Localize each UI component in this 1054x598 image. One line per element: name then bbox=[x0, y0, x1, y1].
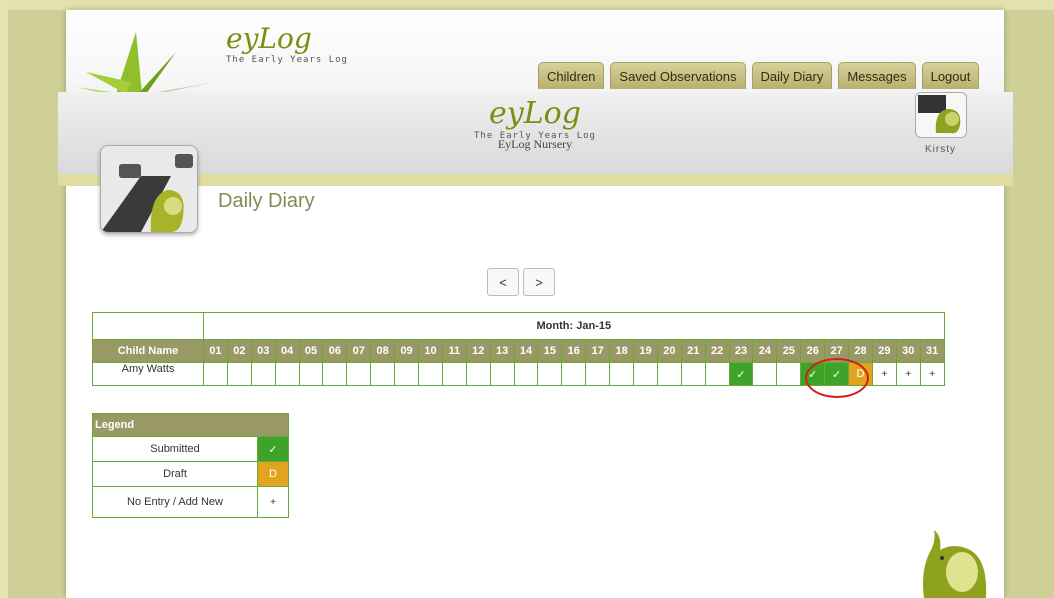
elephant-mascot-icon bbox=[923, 530, 987, 598]
day-header-13: 13 bbox=[489, 339, 515, 363]
diary-cell-13 bbox=[489, 362, 515, 386]
day-header-21: 21 bbox=[680, 339, 706, 363]
banner-strip bbox=[58, 174, 1013, 186]
day-header-24: 24 bbox=[752, 339, 778, 363]
day-header-29: 29 bbox=[871, 339, 897, 363]
day-header-23: 23 bbox=[728, 339, 754, 363]
day-header-01: 01 bbox=[203, 339, 228, 363]
month-row: Month: Jan-15 bbox=[92, 312, 945, 340]
leaves-decoration bbox=[76, 32, 216, 94]
daily-diary-page-icon bbox=[100, 145, 198, 233]
diary-cell-21 bbox=[680, 362, 706, 386]
legend-add-label: No Entry / Add New bbox=[92, 486, 258, 518]
child-name[interactable]: Amy Watts bbox=[92, 362, 204, 386]
legend-submitted-symbol: ✓ bbox=[257, 436, 289, 462]
page-title: Daily Diary bbox=[218, 190, 315, 212]
top-band bbox=[0, 0, 1054, 10]
diary-cell-16 bbox=[561, 362, 587, 386]
day-header-08: 08 bbox=[370, 339, 396, 363]
day-header-11: 11 bbox=[441, 339, 467, 363]
road-elephant-icon bbox=[101, 154, 193, 232]
day-header-18: 18 bbox=[609, 339, 635, 363]
main-nav-tabs: Children Saved Observations Daily Diary … bbox=[538, 62, 980, 89]
logo-wordmark: eyLog bbox=[226, 22, 312, 55]
diary-cell-22 bbox=[704, 362, 730, 386]
month-blank-cell bbox=[92, 312, 204, 340]
diary-cell-12 bbox=[465, 362, 491, 386]
tab-daily-diary[interactable]: Daily Diary bbox=[751, 62, 833, 89]
tab-saved-observations[interactable]: Saved Observations bbox=[610, 62, 746, 89]
day-header-02: 02 bbox=[226, 339, 252, 363]
day-header-26: 26 bbox=[800, 339, 826, 363]
diary-cell-10 bbox=[418, 362, 443, 386]
day-header-10: 10 bbox=[418, 339, 443, 363]
day-header-03: 03 bbox=[250, 339, 276, 363]
tab-logout[interactable]: Logout bbox=[921, 62, 980, 89]
day-header-30: 30 bbox=[895, 339, 921, 363]
diary-cell-25 bbox=[776, 362, 802, 386]
day-header-06: 06 bbox=[322, 339, 348, 363]
month-nav: < > bbox=[487, 268, 555, 296]
tab-messages[interactable]: Messages bbox=[838, 62, 916, 89]
diary-cell-23[interactable]: ✓ bbox=[728, 362, 754, 386]
day-header-09: 09 bbox=[394, 339, 420, 363]
diary-cell-20 bbox=[656, 362, 682, 386]
diary-cell-11 bbox=[441, 362, 467, 386]
user-avatar[interactable] bbox=[915, 92, 967, 138]
legend-submitted-label: Submitted bbox=[92, 436, 258, 462]
logo-tagline: The Early Years Log bbox=[226, 55, 348, 65]
diary-cell-19 bbox=[633, 362, 658, 386]
diary-cell-09 bbox=[394, 362, 420, 386]
day-header-04: 04 bbox=[274, 339, 300, 363]
day-header-row: Child Name 01 02 03 04 05 06 07 08 09 10 11 12 13 14 1… bbox=[92, 339, 945, 363]
legend-add-symbol: + bbox=[257, 486, 289, 518]
day-header-15: 15 bbox=[537, 339, 563, 363]
day-header-17: 17 bbox=[585, 339, 611, 363]
month-label: Month: Jan-15 bbox=[203, 312, 945, 340]
diary-cell-17 bbox=[585, 362, 611, 386]
diary-cell-07 bbox=[346, 362, 372, 386]
elephant-avatar-icon bbox=[918, 95, 961, 134]
next-month-button[interactable]: > bbox=[523, 268, 555, 296]
annotation-circle bbox=[805, 358, 869, 398]
day-header-20: 20 bbox=[656, 339, 682, 363]
diary-cell-06 bbox=[322, 362, 348, 386]
day-header-19: 19 bbox=[633, 339, 658, 363]
day-header-05: 05 bbox=[298, 339, 324, 363]
day-header-31: 31 bbox=[919, 339, 945, 363]
diary-cell-29[interactable]: + bbox=[871, 362, 897, 386]
child-name-header: Child Name bbox=[92, 339, 204, 363]
diary-cell-03 bbox=[250, 362, 276, 386]
diary-cell-01 bbox=[203, 362, 228, 386]
day-header-28: 28 bbox=[848, 339, 873, 363]
diary-cell-02 bbox=[226, 362, 252, 386]
day-header-16: 16 bbox=[561, 339, 587, 363]
tab-children[interactable]: Children bbox=[538, 62, 605, 89]
day-header-12: 12 bbox=[465, 339, 491, 363]
legend-table: Legend Submitted ✓ Draft D No Entry / Ad… bbox=[92, 413, 289, 518]
header-logo[interactable]: eyLog The Early Years Log bbox=[226, 22, 348, 65]
diary-cell-14 bbox=[513, 362, 539, 386]
diary-cell-04 bbox=[274, 362, 300, 386]
legend-title: Legend bbox=[92, 413, 289, 437]
diary-cell-15 bbox=[537, 362, 563, 386]
day-header-07: 07 bbox=[346, 339, 372, 363]
diary-cell-31[interactable]: + bbox=[919, 362, 945, 386]
left-edge bbox=[0, 0, 8, 598]
center-logo-wordmark: eyLog bbox=[489, 96, 581, 131]
day-header-25: 25 bbox=[776, 339, 802, 363]
user-name: Kirsty bbox=[925, 144, 956, 155]
day-header-14: 14 bbox=[513, 339, 539, 363]
legend-draft-symbol: D bbox=[257, 461, 289, 487]
diary-cell-30[interactable]: + bbox=[895, 362, 921, 386]
day-header-22: 22 bbox=[704, 339, 730, 363]
legend-draft-label: Draft bbox=[92, 461, 258, 487]
prev-month-button[interactable]: < bbox=[487, 268, 519, 296]
diary-cell-24 bbox=[752, 362, 778, 386]
diary-cell-05 bbox=[298, 362, 324, 386]
diary-cell-18 bbox=[609, 362, 635, 386]
center-logo: eyLog The Early Years Log EyLog Nursery bbox=[460, 96, 610, 152]
diary-cell-08 bbox=[370, 362, 396, 386]
